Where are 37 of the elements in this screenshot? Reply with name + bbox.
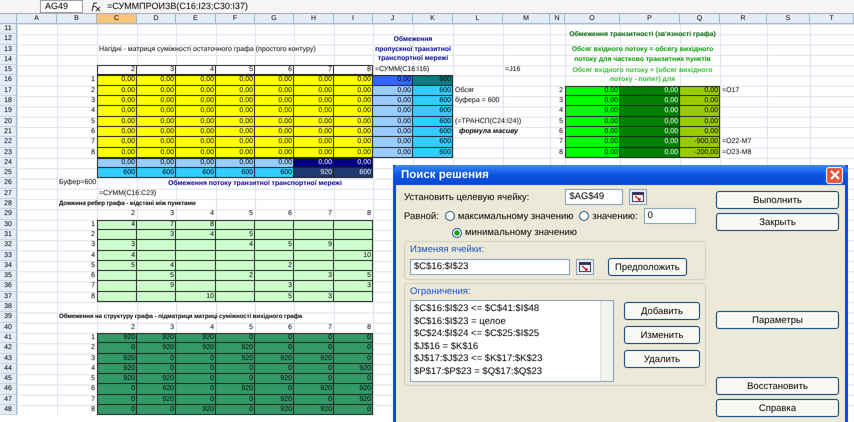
constraint-item[interactable]: $C$16:$I$23 <= $C$41:$I$48 xyxy=(414,303,597,316)
constraint-item[interactable]: $J$17:$J$23 <= $K$17:$K$23 xyxy=(414,353,597,366)
radio-option[interactable]: максимальному значению xyxy=(444,210,574,222)
dialog-button[interactable]: Параметры xyxy=(716,311,839,329)
constraints-list[interactable]: $C$16:$I$23 <= $C$41:$I$48 $C$16:$I$23 = целое $C$24:$I$24 <= $C$25:$I$25 $J$16 = $K$16 $J$17:$J$23 <= $K$17:$K$23 $P$17:$P$23 = $Q$17:$Q$23 xyxy=(410,300,614,382)
constraint-button[interactable]: Изменить xyxy=(624,326,700,344)
range-select-icon xyxy=(579,262,591,272)
function-icon[interactable] xyxy=(89,2,102,12)
constraint-button[interactable]: Добавить xyxy=(624,302,700,320)
constraint-item[interactable]: $C$24:$I$24 <= $C$25:$I$25 xyxy=(414,328,597,340)
dialog-button[interactable]: Закрыть xyxy=(716,213,839,231)
dialog-title: Поиск решения xyxy=(401,169,489,181)
target-label: Установить целевую ячейку: xyxy=(404,192,530,202)
collapse-button[interactable] xyxy=(576,259,594,275)
value-field[interactable]: 0 xyxy=(644,208,696,224)
range-select-icon xyxy=(632,192,644,202)
scroll-bar[interactable] xyxy=(600,301,613,381)
dialog-button[interactable]: Справка xyxy=(716,399,839,417)
changing-cells-field[interactable]: $C$16:$I$23 xyxy=(410,259,570,275)
dialog-button[interactable]: Выполнить xyxy=(716,191,839,209)
changing-cells-label: Изменяя ячейки: xyxy=(410,244,485,255)
constraint-item[interactable]: $P$17:$P$23 = $Q$17:$Q$23 xyxy=(414,366,597,378)
close-button[interactable] xyxy=(826,166,843,184)
radio-option[interactable]: значению: xyxy=(579,210,638,222)
constraint-button[interactable]: Удалить xyxy=(624,350,700,368)
guess-button[interactable]: Предположить xyxy=(608,258,687,276)
radio-option[interactable]: минимальному значению xyxy=(452,227,577,238)
constraint-item[interactable]: $C$16:$I$23 = целое xyxy=(414,316,597,328)
target-field[interactable]: $AG$49 xyxy=(565,189,624,205)
equal-to-label: Равной: xyxy=(404,210,439,222)
name-box[interactable]: AG49 xyxy=(40,0,84,13)
collapse-button[interactable] xyxy=(629,189,648,205)
dialog-button[interactable]: Восстановить xyxy=(716,377,839,395)
constraints-label: Ограничения: xyxy=(410,286,472,297)
close-icon xyxy=(830,170,840,180)
formula-input[interactable]: =СУММПРОИЗВ(C16:I23;C30:I37) xyxy=(107,1,248,12)
constraint-item[interactable]: $J$16 = $K$16 xyxy=(414,340,597,353)
